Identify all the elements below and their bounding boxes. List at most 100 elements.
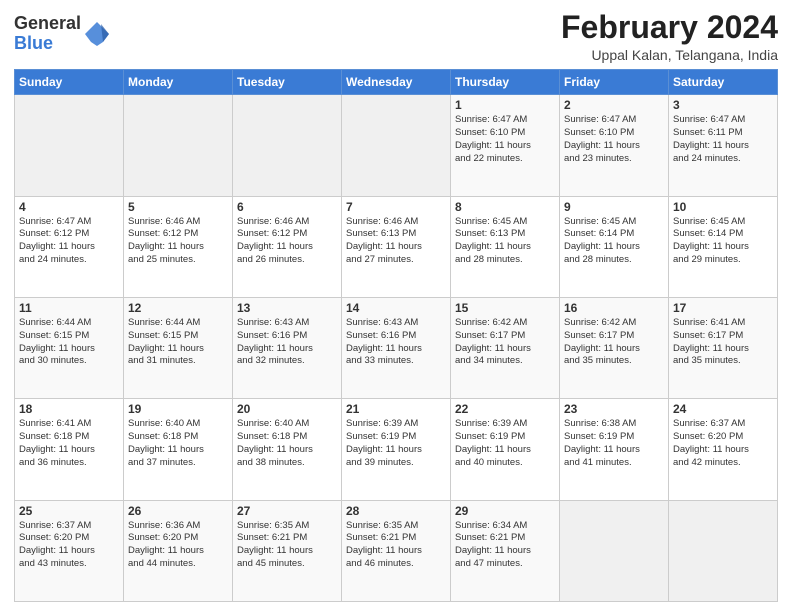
calendar-cell: 4 Sunrise: 6:47 AM Sunset: 6:12 PM Daylig…: [15, 196, 124, 297]
day-number: 29: [455, 504, 555, 518]
title-block: February 2024 Uppal Kalan, Telangana, In…: [561, 10, 778, 63]
day-info: Sunrise: 6:35 AM Sunset: 6:21 PM Dayligh…: [237, 520, 337, 571]
day-header-monday: Monday: [124, 70, 233, 95]
calendar-cell: 2 Sunrise: 6:47 AM Sunset: 6:10 PM Daylig…: [560, 95, 669, 196]
day-number: 14: [346, 301, 446, 315]
day-info: Sunrise: 6:47 AM Sunset: 6:10 PM Dayligh…: [564, 114, 664, 165]
day-number: 1: [455, 98, 555, 112]
day-info: Sunrise: 6:44 AM Sunset: 6:15 PM Dayligh…: [128, 317, 228, 368]
day-info: Sunrise: 6:47 AM Sunset: 6:10 PM Dayligh…: [455, 114, 555, 165]
day-number: 4: [19, 200, 119, 214]
calendar-cell: 7Sunrise: 6:46 AM Sunset: 6:13 PM Daylig…: [342, 196, 451, 297]
day-number: 27: [237, 504, 337, 518]
day-info: Sunrise: 6:46 AM Sunset: 6:12 PM Dayligh…: [237, 216, 337, 267]
calendar-cell: 20 Sunrise: 6:40 AM Sunset: 6:18 PM Dayli…: [233, 399, 342, 500]
day-header-sunday: Sunday: [15, 70, 124, 95]
subtitle: Uppal Kalan, Telangana, India: [561, 47, 778, 63]
logo-icon: [83, 20, 111, 48]
calendar-header-row: SundayMondayTuesdayWednesdayThursdayFrid…: [15, 70, 778, 95]
calendar-cell: [124, 95, 233, 196]
calendar-cell: 18 Sunrise: 6:41 AM Sunset: 6:18 PM Dayli…: [15, 399, 124, 500]
logo-general: General: [14, 13, 81, 33]
day-number: 20: [237, 402, 337, 416]
calendar-cell: [669, 500, 778, 601]
calendar-cell: 10Sunrise: 6:45 AM Sunset: 6:14 PM Dayli…: [669, 196, 778, 297]
day-info: Sunrise: 6:47 AM Sunset: 6:12 PM Dayligh…: [19, 216, 119, 267]
day-info: Sunrise: 6:37 AM Sunset: 6:20 PM Dayligh…: [19, 520, 119, 571]
calendar-cell: 11 Sunrise: 6:44 AM Sunset: 6:15 PM Dayli…: [15, 297, 124, 398]
day-info: Sunrise: 6:40 AM Sunset: 6:18 PM Dayligh…: [237, 418, 337, 469]
day-info: Sunrise: 6:44 AM Sunset: 6:15 PM Dayligh…: [19, 317, 119, 368]
calendar-cell: 15Sunrise: 6:42 AM Sunset: 6:17 PM Dayli…: [451, 297, 560, 398]
page: General Blue February 2024 Uppal Kalan, …: [0, 0, 792, 612]
calendar-cell: 23 Sunrise: 6:38 AM Sunset: 6:19 PM Dayli…: [560, 399, 669, 500]
calendar-week-row: 1 Sunrise: 6:47 AM Sunset: 6:10 PM Daylig…: [15, 95, 778, 196]
day-info: Sunrise: 6:46 AM Sunset: 6:12 PM Dayligh…: [128, 216, 228, 267]
calendar-cell: 28Sunrise: 6:35 AM Sunset: 6:21 PM Dayli…: [342, 500, 451, 601]
day-number: 22: [455, 402, 555, 416]
day-info: Sunrise: 6:45 AM Sunset: 6:13 PM Dayligh…: [455, 216, 555, 267]
day-number: 3: [673, 98, 773, 112]
calendar-cell: 27 Sunrise: 6:35 AM Sunset: 6:21 PM Dayli…: [233, 500, 342, 601]
header: General Blue February 2024 Uppal Kalan, …: [14, 10, 778, 63]
day-info: Sunrise: 6:37 AM Sunset: 6:20 PM Dayligh…: [673, 418, 773, 469]
calendar-cell: [233, 95, 342, 196]
calendar-cell: 14Sunrise: 6:43 AM Sunset: 6:16 PM Dayli…: [342, 297, 451, 398]
day-info: Sunrise: 6:47 AM Sunset: 6:11 PM Dayligh…: [673, 114, 773, 165]
day-info: Sunrise: 6:41 AM Sunset: 6:17 PM Dayligh…: [673, 317, 773, 368]
calendar-cell: 21 Sunrise: 6:39 AM Sunset: 6:19 PM Dayli…: [342, 399, 451, 500]
day-info: Sunrise: 6:38 AM Sunset: 6:19 PM Dayligh…: [564, 418, 664, 469]
day-number: 11: [19, 301, 119, 315]
calendar-cell: 29 Sunrise: 6:34 AM Sunset: 6:21 PM Dayli…: [451, 500, 560, 601]
calendar-cell: 1 Sunrise: 6:47 AM Sunset: 6:10 PM Daylig…: [451, 95, 560, 196]
day-number: 24: [673, 402, 773, 416]
day-info: Sunrise: 6:42 AM Sunset: 6:17 PM Dayligh…: [564, 317, 664, 368]
day-info: Sunrise: 6:39 AM Sunset: 6:19 PM Dayligh…: [346, 418, 446, 469]
calendar-week-row: 11 Sunrise: 6:44 AM Sunset: 6:15 PM Dayli…: [15, 297, 778, 398]
calendar-cell: [15, 95, 124, 196]
day-number: 21: [346, 402, 446, 416]
day-number: 9: [564, 200, 664, 214]
calendar-cell: 9 Sunrise: 6:45 AM Sunset: 6:14 PM Daylig…: [560, 196, 669, 297]
day-number: 10: [673, 200, 773, 214]
calendar-cell: 12Sunrise: 6:44 AM Sunset: 6:15 PM Dayli…: [124, 297, 233, 398]
day-info: Sunrise: 6:36 AM Sunset: 6:20 PM Dayligh…: [128, 520, 228, 571]
day-number: 23: [564, 402, 664, 416]
day-info: Sunrise: 6:39 AM Sunset: 6:19 PM Dayligh…: [455, 418, 555, 469]
day-number: 5: [128, 200, 228, 214]
day-number: 28: [346, 504, 446, 518]
day-number: 13: [237, 301, 337, 315]
day-number: 18: [19, 402, 119, 416]
main-title: February 2024: [561, 10, 778, 45]
calendar-week-row: 4 Sunrise: 6:47 AM Sunset: 6:12 PM Daylig…: [15, 196, 778, 297]
day-number: 25: [19, 504, 119, 518]
calendar-cell: 19 Sunrise: 6:40 AM Sunset: 6:18 PM Dayli…: [124, 399, 233, 500]
day-header-thursday: Thursday: [451, 70, 560, 95]
day-header-wednesday: Wednesday: [342, 70, 451, 95]
day-number: 8: [455, 200, 555, 214]
day-number: 19: [128, 402, 228, 416]
day-number: 2: [564, 98, 664, 112]
calendar-cell: 26 Sunrise: 6:36 AM Sunset: 6:20 PM Dayli…: [124, 500, 233, 601]
day-number: 6: [237, 200, 337, 214]
day-number: 17: [673, 301, 773, 315]
day-number: 15: [455, 301, 555, 315]
day-info: Sunrise: 6:45 AM Sunset: 6:14 PM Dayligh…: [564, 216, 664, 267]
logo-text: General Blue: [14, 14, 81, 54]
calendar-cell: 17 Sunrise: 6:41 AM Sunset: 6:17 PM Dayli…: [669, 297, 778, 398]
day-info: Sunrise: 6:34 AM Sunset: 6:21 PM Dayligh…: [455, 520, 555, 571]
day-header-saturday: Saturday: [669, 70, 778, 95]
calendar-table: SundayMondayTuesdayWednesdayThursdayFrid…: [14, 69, 778, 602]
day-number: 26: [128, 504, 228, 518]
calendar-cell: [560, 500, 669, 601]
day-info: Sunrise: 6:40 AM Sunset: 6:18 PM Dayligh…: [128, 418, 228, 469]
day-number: 16: [564, 301, 664, 315]
day-header-tuesday: Tuesday: [233, 70, 342, 95]
calendar-week-row: 18 Sunrise: 6:41 AM Sunset: 6:18 PM Dayli…: [15, 399, 778, 500]
day-info: Sunrise: 6:43 AM Sunset: 6:16 PM Dayligh…: [237, 317, 337, 368]
day-info: Sunrise: 6:41 AM Sunset: 6:18 PM Dayligh…: [19, 418, 119, 469]
day-header-friday: Friday: [560, 70, 669, 95]
logo: General Blue: [14, 14, 111, 54]
calendar-cell: 3 Sunrise: 6:47 AM Sunset: 6:11 PM Daylig…: [669, 95, 778, 196]
calendar-cell: 24 Sunrise: 6:37 AM Sunset: 6:20 PM Dayli…: [669, 399, 778, 500]
